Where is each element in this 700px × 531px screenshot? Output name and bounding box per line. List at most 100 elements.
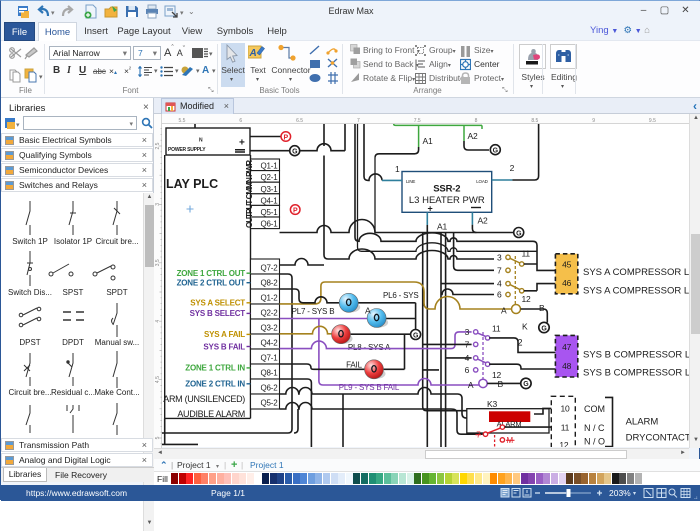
svg-text:LINE: LINE	[406, 179, 415, 184]
svg-text:45: 45	[562, 259, 572, 269]
svg-text:11: 11	[492, 323, 501, 333]
svg-text:Q6-2: Q6-2	[261, 384, 279, 393]
svg-text:ZONE 2 CTRL IN: ZONE 2 CTRL IN	[185, 380, 245, 389]
svg-text:SYS A COMPRESSOR L: SYS A COMPRESSOR L	[583, 267, 689, 278]
svg-text:SPST: SPST	[63, 288, 84, 297]
svg-text:Q8-1: Q8-1	[261, 369, 279, 378]
svg-text:47: 47	[562, 342, 572, 352]
svg-text:SYS B COMPRESSOR L: SYS B COMPRESSOR L	[583, 349, 689, 360]
svg-text:2.5: 2.5	[155, 142, 161, 149]
svg-text:ZONE 2 CTRL OUT: ZONE 2 CTRL OUT	[177, 279, 246, 288]
svg-text:SYS A FAIL: SYS A FAIL	[204, 330, 245, 339]
svg-text:K: K	[522, 321, 528, 331]
svg-text:Q4-2: Q4-2	[261, 339, 279, 348]
svg-text:SYS A COMPRESSOR L: SYS A COMPRESSOR L	[583, 285, 689, 296]
svg-text:4.5: 4.5	[155, 376, 161, 383]
svg-text:Make Cont...: Make Cont...	[94, 388, 139, 397]
svg-text:FAIL: FAIL	[346, 360, 362, 369]
svg-text:SYS B SELECT: SYS B SELECT	[190, 309, 246, 318]
svg-text:PL9 - SYS B FAIL: PL9 - SYS B FAIL	[339, 383, 400, 392]
svg-text:N: N	[199, 138, 203, 144]
svg-text:11: 11	[561, 422, 570, 432]
svg-text:A1: A1	[423, 136, 433, 146]
svg-text:Q2-1: Q2-1	[261, 173, 279, 182]
svg-text:Switch Dis...: Switch Dis...	[8, 288, 52, 297]
svg-text:A: A	[249, 48, 257, 59]
svg-text:PL8 - SYS A: PL8 - SYS A	[348, 343, 391, 352]
svg-text:10: 10	[560, 404, 570, 414]
svg-text:Switch 1P: Switch 1P	[12, 237, 48, 246]
svg-text:▾: ▾	[633, 491, 636, 497]
svg-text:Q5-2: Q5-2	[261, 399, 279, 408]
svg-text:+: +	[427, 204, 432, 214]
svg-text:4: 4	[497, 279, 502, 289]
svg-text:Q5-1: Q5-1	[261, 208, 279, 217]
svg-text:P: P	[293, 207, 298, 214]
svg-text:▾: ▾	[39, 74, 43, 81]
svg-text:Q3-2: Q3-2	[261, 324, 279, 333]
svg-text:Isolator 1P: Isolator 1P	[54, 237, 92, 246]
svg-text:ZONE 1 CTRL OUT: ZONE 1 CTRL OUT	[177, 269, 246, 278]
svg-text:▾: ▾	[16, 122, 20, 129]
svg-text:SYS B FAIL: SYS B FAIL	[203, 342, 245, 351]
svg-text:G: G	[413, 332, 419, 339]
svg-text:SSR-2: SSR-2	[433, 184, 460, 195]
svg-text:A1: A1	[437, 222, 447, 232]
svg-text:SYS A SELECT: SYS A SELECT	[190, 299, 245, 308]
svg-text:3: 3	[465, 327, 470, 337]
svg-text:3: 3	[497, 252, 502, 262]
svg-text:DRYCONTACT: DRYCONTACT	[626, 432, 689, 443]
svg-text:11: 11	[522, 248, 531, 258]
svg-text:N / O: N / O	[584, 437, 605, 447]
svg-text:2: 2	[518, 338, 523, 348]
svg-text:203%: 203%	[609, 488, 631, 498]
svg-text:Circuit bre...: Circuit bre...	[95, 237, 138, 246]
svg-text:7: 7	[497, 265, 502, 275]
svg-text:AUDIBLE ALARM: AUDIBLE ALARM	[177, 409, 245, 419]
svg-text:46: 46	[562, 278, 572, 288]
svg-text:G: G	[523, 381, 529, 388]
svg-text:Manual sw...: Manual sw...	[95, 338, 139, 347]
svg-text:Q2-2: Q2-2	[261, 309, 279, 318]
svg-text:3.5: 3.5	[155, 259, 161, 266]
svg-text:LAY PLC: LAY PLC	[166, 177, 218, 191]
svg-text:6: 6	[465, 365, 470, 375]
svg-text:SYS B COMPRESSOR L: SYS B COMPRESSOR L	[583, 367, 689, 378]
svg-text:Q1-2: Q1-2	[261, 294, 279, 303]
svg-text:A: A	[501, 306, 507, 316]
svg-text:G: G	[292, 149, 298, 156]
svg-text:K3: K3	[487, 399, 497, 409]
svg-text:G: G	[493, 148, 499, 155]
svg-text:ZONE 1 CTRL IN: ZONE 1 CTRL IN	[185, 364, 245, 373]
svg-text:PL6 - SYS: PL6 - SYS	[383, 291, 419, 300]
svg-text:6: 6	[497, 290, 502, 300]
svg-text:G: G	[516, 230, 522, 237]
svg-text:Q6-1: Q6-1	[261, 220, 279, 229]
svg-text:2: 2	[510, 163, 515, 173]
svg-text:A: A	[468, 380, 474, 390]
svg-text:PL7 - SYS B: PL7 - SYS B	[292, 307, 335, 316]
svg-text:A: A	[365, 306, 371, 316]
svg-text:▾: ▾	[209, 51, 213, 58]
svg-text:A2: A2	[468, 131, 478, 141]
svg-text:3: 3	[155, 203, 161, 206]
svg-text:Q7-1: Q7-1	[261, 354, 279, 363]
svg-text:ARM (UNSILENCED): ARM (UNSILENCED)	[163, 394, 245, 404]
svg-text:Q3-1: Q3-1	[261, 185, 279, 194]
svg-text:LOAD: LOAD	[476, 179, 488, 184]
svg-text:L3 HEATER PWR: L3 HEATER PWR	[409, 195, 485, 206]
svg-text:DPDT: DPDT	[62, 338, 84, 347]
svg-text:ALARM: ALARM	[626, 416, 659, 427]
svg-text:COM: COM	[584, 404, 605, 414]
svg-text:4: 4	[155, 320, 161, 323]
svg-text:Q4-1: Q4-1	[261, 196, 279, 205]
svg-text:Residual c...: Residual c...	[51, 388, 95, 397]
svg-text:Q8-2: Q8-2	[261, 279, 279, 288]
svg-text:Circuit bre...: Circuit bre...	[8, 388, 51, 397]
svg-text:P: P	[284, 134, 289, 141]
svg-text:N / C: N / C	[584, 423, 605, 433]
svg-text:+: +	[239, 138, 245, 149]
svg-text:SPDT: SPDT	[106, 288, 127, 297]
svg-text:48: 48	[562, 361, 572, 371]
svg-text:Q7-2: Q7-2	[261, 264, 279, 273]
